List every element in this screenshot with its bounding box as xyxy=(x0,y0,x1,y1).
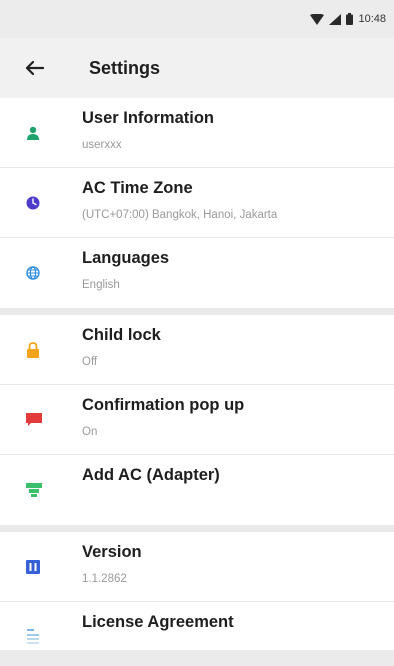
setting-version[interactable]: Version 1.1.2862 xyxy=(0,532,394,602)
setting-value: On xyxy=(82,426,98,438)
message-icon xyxy=(26,413,42,426)
setting-value: 1.1.2862 xyxy=(82,573,127,585)
page-title: Settings xyxy=(89,57,161,78)
setting-child-lock[interactable]: Child lock Off xyxy=(0,315,394,385)
adapter-icon xyxy=(26,483,42,497)
status-bar: 10:48 xyxy=(0,0,394,38)
setting-title: License Agreement xyxy=(82,613,234,631)
back-button[interactable] xyxy=(0,38,56,98)
setting-title: AC Time Zone xyxy=(82,179,193,197)
clock-icon xyxy=(26,196,40,210)
setting-add-ac[interactable]: Add AC (Adapter) xyxy=(0,455,394,525)
battery-icon xyxy=(346,13,354,25)
section-divider xyxy=(0,525,394,532)
setting-title: Confirmation pop up xyxy=(82,396,245,414)
setting-title: Add AC (Adapter) xyxy=(82,466,220,484)
section-divider xyxy=(0,308,394,315)
globe-icon xyxy=(26,266,40,280)
lock-icon xyxy=(27,342,39,358)
setting-value: (UTC+07:00) Bangkok, Hanoi, Jakarta xyxy=(82,209,278,221)
setting-title: Languages xyxy=(82,249,170,267)
setting-title: Version xyxy=(82,543,142,561)
setting-title: User Information xyxy=(82,109,215,127)
bottom-strip xyxy=(0,650,394,666)
setting-user-information[interactable]: User Information userxxx xyxy=(0,98,394,168)
setting-value: English xyxy=(82,279,120,291)
user-icon xyxy=(27,126,39,140)
info-icon xyxy=(26,560,40,574)
setting-value: userxxx xyxy=(82,139,122,151)
setting-value: Off xyxy=(82,356,98,368)
setting-title: Child lock xyxy=(82,326,161,344)
setting-confirmation-popup[interactable]: Confirmation pop up On xyxy=(0,385,394,455)
back-arrow-icon xyxy=(26,61,44,75)
settings-list: User Information userxxx AC Time Zone (U… xyxy=(0,98,394,666)
wifi-icon xyxy=(310,13,325,25)
status-time: 10:48 xyxy=(358,13,386,25)
setting-languages[interactable]: Languages English xyxy=(0,238,394,308)
signal-icon xyxy=(329,13,342,25)
document-icon xyxy=(27,629,39,644)
setting-ac-time-zone[interactable]: AC Time Zone (UTC+07:00) Bangkok, Hanoi,… xyxy=(0,168,394,238)
app-bar: Settings xyxy=(0,38,394,98)
